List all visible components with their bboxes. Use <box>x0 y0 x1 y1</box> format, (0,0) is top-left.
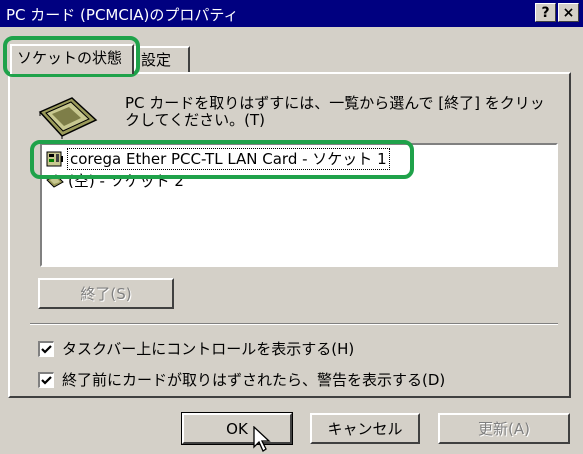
empty-socket-icon <box>46 174 64 188</box>
list-item-socket-2[interactable]: (空) - ソケット 2 <box>46 171 346 191</box>
list-item-socket-1[interactable]: corega Ether PCC-TL LAN Card - ソケット 1 <box>46 148 416 170</box>
tab-socket-status[interactable]: ソケットの状態 <box>10 44 134 74</box>
help-button[interactable]: ? <box>535 3 556 22</box>
tab-settings[interactable]: 設定 <box>134 46 190 72</box>
list-item-label: corega Ether PCC-TL LAN Card - ソケット 1 <box>67 148 390 170</box>
cancel-button[interactable]: キャンセル <box>310 413 420 444</box>
pc-card-icon <box>38 97 98 139</box>
stop-button[interactable]: 終了(S) <box>38 278 174 309</box>
close-button[interactable]: × <box>558 3 579 22</box>
tab-socket-status-label: ソケットの状態 <box>17 49 123 67</box>
warn-removal-label[interactable]: 終了前にカードが取りはずされたら、警告を表示する(D) <box>62 369 445 390</box>
check-mark-icon <box>41 376 52 385</box>
mouse-cursor-icon <box>253 426 271 452</box>
instruction-text: PC カードを取りはずすには、一覧から選んで [終了] をクリックしてください。… <box>125 94 545 129</box>
warn-removal-checkbox[interactable] <box>38 372 54 388</box>
separator <box>30 323 558 325</box>
title-bar: PC カード (PCMCIA)のプロパティ ? × <box>0 0 583 27</box>
show-control-label[interactable]: タスクバー上にコントロールを表示する(H) <box>62 338 354 359</box>
show-control-checkbox[interactable] <box>38 341 54 357</box>
network-card-icon <box>46 151 63 167</box>
check-mark-icon <box>41 345 52 354</box>
tab-settings-label: 設定 <box>141 51 172 69</box>
window-title: PC カード (PCMCIA)のプロパティ <box>6 6 239 24</box>
pc-card-list[interactable]: corega Ether PCC-TL LAN Card - ソケット 1 (空… <box>40 143 558 267</box>
ok-button[interactable]: OK <box>181 412 293 445</box>
list-item-label: (空) - ソケット 2 <box>68 172 184 190</box>
refresh-button[interactable]: 更新(A) <box>438 413 570 444</box>
